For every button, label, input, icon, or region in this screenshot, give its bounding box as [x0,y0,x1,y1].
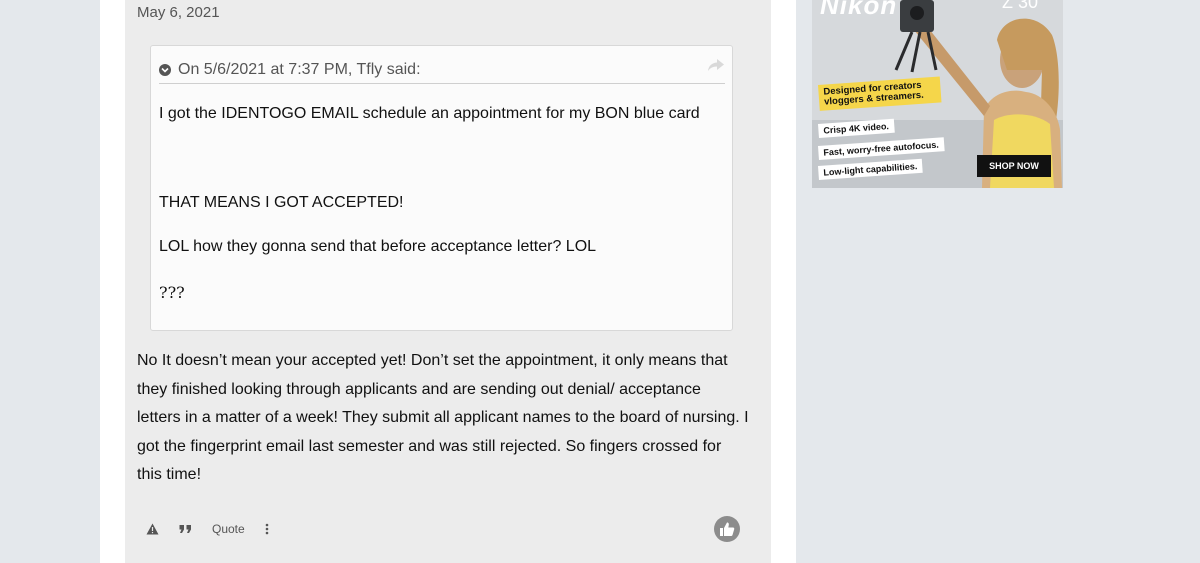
advertisement-banner[interactable]: Nikon Z 30 Designed for creators vlogger… [812,0,1063,188]
quote-line: ??? [159,283,185,302]
post-text-line: got the fingerprint email last semester … [137,437,722,455]
post-actions: Quote [146,519,289,539]
ad-model-name: Z 30 [1002,0,1039,12]
quote-marks-icon [179,525,191,533]
post-body: No It doesn’t mean your accepted yet! Do… [137,347,749,490]
share-icon[interactable] [707,58,725,77]
quote-attribution: On 5/6/2021 at 7:37 PM, Tfly said: [178,61,421,78]
post-text-line: this time! [137,466,202,484]
quote-header[interactable]: On 5/6/2021 at 7:37 PM, Tfly said: [159,58,725,84]
chevron-down-icon[interactable] [159,64,171,76]
multiquote-button[interactable] [179,524,192,534]
shop-now-button[interactable]: SHOP NOW [977,155,1051,177]
warning-icon [146,523,159,535]
quote-line: THAT MEANS I GOT ACCEPTED! [159,194,404,211]
ad-brand-logo: Nikon [820,0,898,20]
more-options-button[interactable] [265,523,269,535]
quote-button[interactable]: Quote [212,522,245,536]
quote-line: LOL how they gonna send that before acce… [159,238,597,255]
report-button[interactable] [146,523,159,535]
post-text-line: No It doesn’t mean your accepted yet! Do… [137,352,728,369]
quote-line: I got the IDENTOGO EMAIL schedule an app… [159,105,700,122]
quote-block: On 5/6/2021 at 7:37 PM, Tfly said: I got… [150,45,733,331]
post-date[interactable]: May 6, 2021 [137,4,220,21]
post-text-line: they finished looking through applicants… [137,380,701,398]
like-button[interactable] [714,516,740,542]
post-text-line: letters in a matter of a week! They subm… [137,409,749,427]
thumbs-up-icon [720,522,735,536]
vertical-ellipsis-icon [265,523,269,535]
